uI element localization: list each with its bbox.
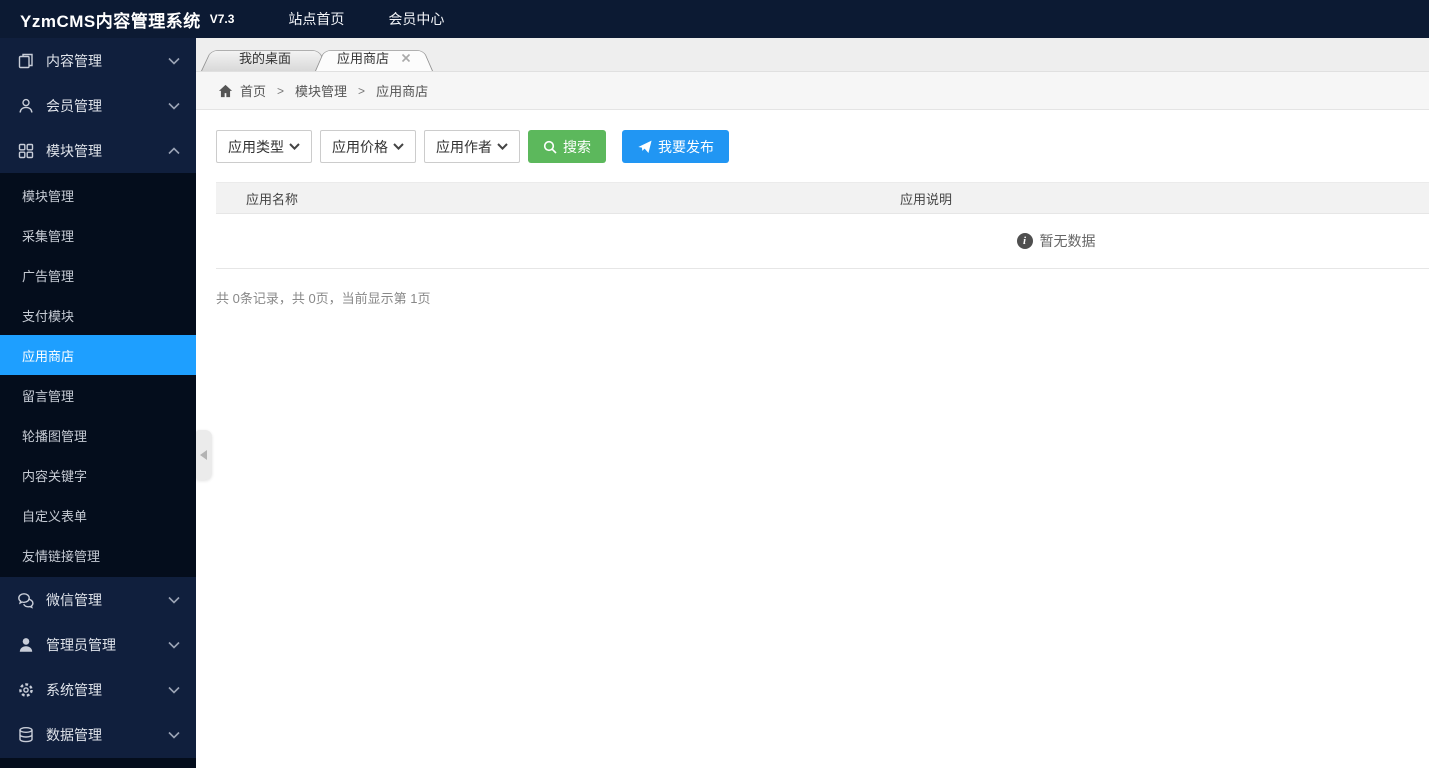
empty-state-cell: 暂无数据 [216, 213, 1429, 269]
breadcrumb-separator: > [358, 83, 366, 98]
sidebar-group-wechat-manage[interactable]: 微信管理 [0, 577, 196, 622]
topbar-link-site-home[interactable]: 站点首页 [266, 0, 366, 38]
sidebar-group-label: 模块管理 [46, 142, 102, 159]
sidebar-item-friend-links[interactable]: 友情链接管理 [0, 535, 196, 575]
tab-app-store[interactable]: 应用商店 [315, 44, 433, 71]
brand-logo[interactable]: YzmCMS内容管理系统 [20, 7, 201, 32]
database-icon [16, 725, 35, 744]
breadcrumb-item-module-manage[interactable]: 模块管理 [295, 81, 347, 100]
collapse-arrow-left-icon [195, 450, 207, 460]
tab-my-desktop[interactable]: 我的桌面 [201, 44, 329, 71]
chevron-down-icon [497, 143, 508, 150]
module-submenu: 模块管理 采集管理 广告管理 支付模块 应用商店 留言管理 轮播图管理 内容关键… [0, 173, 196, 577]
sidebar-group-label: 系统管理 [46, 681, 102, 698]
sidebar-group-label: 微信管理 [46, 591, 102, 608]
tab-label: 应用商店 [337, 51, 390, 66]
main-area: 我的桌面 应用商店 首页 > 模块管理 > 应用商店 应用类型 应用价格 应用作… [196, 38, 1429, 768]
column-header-app-name: 应用名称 [216, 182, 870, 214]
sidebar-item-custom-form[interactable]: 自定义表单 [0, 495, 196, 535]
select-value: 应用价格 [332, 138, 388, 155]
breadcrumb-item-home[interactable]: 首页 [240, 81, 266, 100]
paper-plane-icon [638, 140, 652, 153]
breadcrumb: 首页 > 模块管理 > 应用商店 [196, 72, 1429, 110]
chevron-down-icon [168, 731, 180, 739]
topbar-link-member-center[interactable]: 会员中心 [366, 0, 466, 38]
sidebar-item-content-keywords[interactable]: 内容关键字 [0, 455, 196, 495]
sidebar: 内容管理 会员管理 模块管理 模块管理 采集管理 广告管理 支付模块 应用商店 … [0, 38, 196, 768]
table-header-row: 应用名称 应用说明 [216, 182, 1429, 214]
select-value: 应用作者 [436, 138, 492, 155]
breadcrumb-item-app-store: 应用商店 [376, 84, 429, 99]
sidebar-group-data-manage[interactable]: 数据管理 [0, 712, 196, 757]
chevron-down-icon [168, 641, 180, 649]
sidebar-group-module-manage[interactable]: 模块管理 [0, 128, 196, 173]
publish-button[interactable]: 我要发布 [622, 130, 729, 163]
chevron-down-icon [168, 102, 180, 110]
sidebar-group-label: 会员管理 [46, 97, 102, 114]
empty-state: 暂无数据 [1016, 231, 1096, 251]
sidebar-bottom-strip [0, 758, 196, 768]
chevron-down-icon [393, 143, 404, 150]
select-value: 应用类型 [228, 138, 284, 155]
topbar-links: 站点首页 会员中心 [266, 0, 466, 38]
wechat-icon [16, 590, 35, 609]
app-type-select[interactable]: 应用类型 [216, 130, 312, 163]
sidebar-item-ad-manage[interactable]: 广告管理 [0, 255, 196, 295]
modules-grid-icon [16, 141, 35, 160]
app-author-select[interactable]: 应用作者 [424, 130, 520, 163]
documents-icon [16, 51, 35, 70]
sidebar-item-message-manage[interactable]: 留言管理 [0, 375, 196, 415]
sidebar-collapse-handle[interactable] [196, 430, 212, 480]
column-header-app-description: 应用说明 [870, 182, 1429, 214]
topbar: YzmCMS内容管理系统 V7.3 站点首页 会员中心 [0, 0, 1429, 38]
empty-state-text: 暂无数据 [1039, 233, 1096, 249]
sidebar-item-module-manage[interactable]: 模块管理 [0, 175, 196, 215]
info-icon [1016, 233, 1033, 249]
filter-toolbar: 应用类型 应用价格 应用作者 搜索 我要发布 [216, 130, 1429, 163]
publish-button-label: 我要发布 [658, 138, 714, 155]
chevron-down-icon [168, 596, 180, 604]
search-button[interactable]: 搜索 [528, 130, 606, 163]
chevron-down-icon [168, 57, 180, 65]
admin-user-icon [16, 635, 35, 654]
sidebar-item-payment-module[interactable]: 支付模块 [0, 295, 196, 335]
sidebar-group-label: 内容管理 [46, 52, 102, 69]
sidebar-item-app-store[interactable]: 应用商店 [0, 335, 196, 375]
version-badge: V7.3 [209, 12, 235, 26]
chevron-down-icon [168, 686, 180, 694]
sidebar-group-system-manage[interactable]: 系统管理 [0, 667, 196, 712]
sidebar-group-label: 数据管理 [46, 726, 102, 743]
sidebar-item-carousel-manage[interactable]: 轮播图管理 [0, 415, 196, 455]
home-icon [218, 84, 233, 98]
breadcrumb-separator: > [277, 83, 285, 98]
sidebar-group-content-manage[interactable]: 内容管理 [0, 38, 196, 83]
tab-label: 我的桌面 [239, 51, 292, 66]
app-price-select[interactable]: 应用价格 [320, 130, 416, 163]
member-icon [16, 96, 35, 115]
sidebar-group-label: 管理员管理 [46, 636, 116, 653]
sidebar-group-admin-manage[interactable]: 管理员管理 [0, 622, 196, 667]
sidebar-group-member-manage[interactable]: 会员管理 [0, 83, 196, 128]
chevron-down-icon [289, 143, 300, 150]
search-button-label: 搜索 [563, 138, 591, 155]
tab-bar: 我的桌面 应用商店 [196, 38, 1429, 72]
sidebar-item-collect-manage[interactable]: 采集管理 [0, 215, 196, 255]
search-icon [543, 140, 557, 154]
apps-table: 应用名称 应用说明 暂无数据 [216, 182, 1429, 269]
tab-close-icon[interactable] [401, 53, 411, 63]
table-row: 暂无数据 [216, 213, 1429, 269]
gear-icon [16, 680, 35, 699]
apps-table-wrap: 应用名称 应用说明 暂无数据 [216, 182, 1429, 269]
chevron-up-icon [168, 146, 180, 155]
pagination-summary: 共 0条记录，共 0页，当前显示第 1页 [216, 291, 431, 306]
